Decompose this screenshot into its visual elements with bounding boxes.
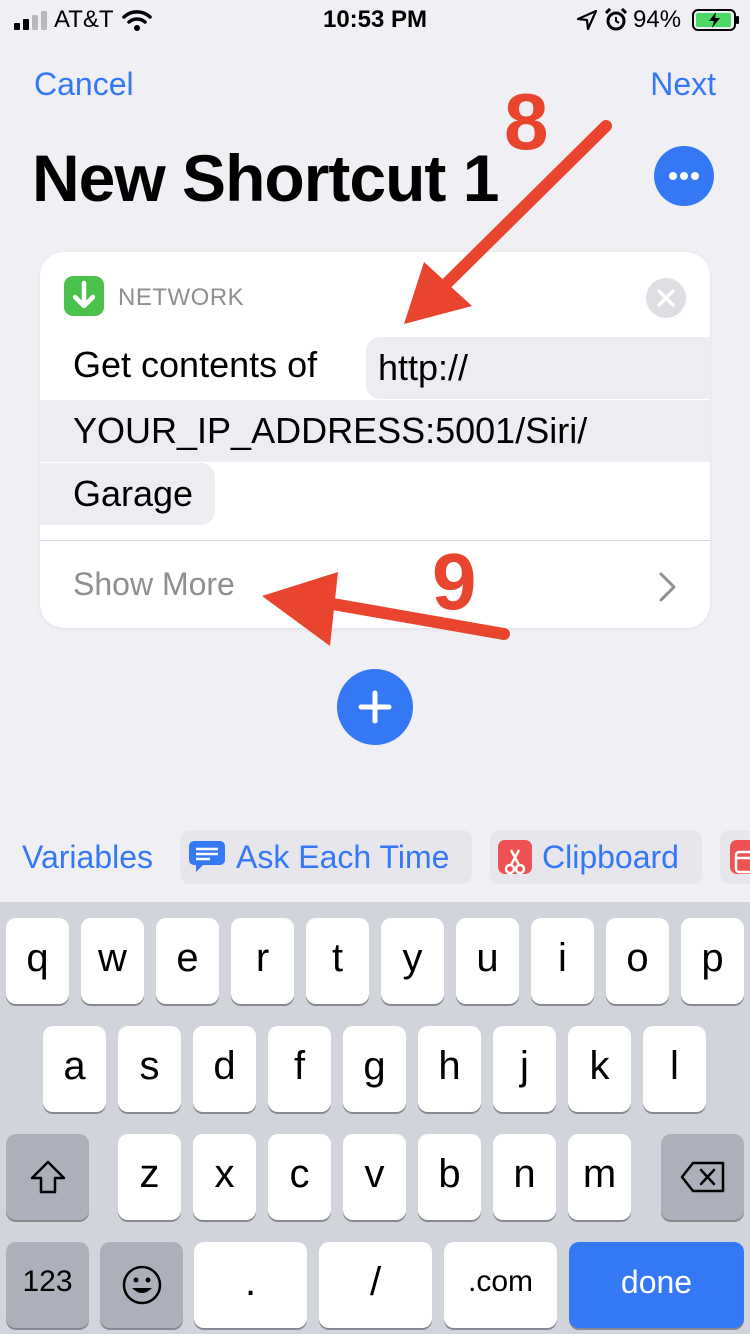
key-i[interactable]: i: [531, 918, 594, 1004]
ellipsis-icon: [669, 172, 677, 180]
key-u[interactable]: u: [456, 918, 519, 1004]
key-n[interactable]: n: [493, 1134, 556, 1220]
url-token[interactable]: http://: [366, 337, 710, 399]
key-z[interactable]: z: [118, 1134, 181, 1220]
ask-each-time-label: Ask Each Time: [236, 839, 450, 875]
ask-each-time-button[interactable]: Ask Each Time: [180, 830, 472, 884]
page-title: New Shortcut 1: [32, 141, 499, 215]
key-h[interactable]: h: [418, 1026, 481, 1112]
key-p[interactable]: p: [681, 918, 744, 1004]
backspace-key[interactable]: [661, 1134, 744, 1220]
scissors-icon: [498, 840, 532, 875]
emoji-key[interactable]: [100, 1242, 183, 1328]
emoji-icon: [122, 1265, 161, 1305]
key-q[interactable]: q: [6, 918, 69, 1004]
backspace-icon: [680, 1161, 724, 1193]
download-arrow-icon: [64, 276, 104, 316]
url-token-line2[interactable]: YOUR_IP_ADDRESS:5001/Siri/: [40, 400, 710, 462]
next-button[interactable]: Next: [650, 66, 716, 103]
key-o[interactable]: o: [606, 918, 669, 1004]
url-token-line3[interactable]: Garage: [40, 463, 215, 525]
cancel-button[interactable]: Cancel: [34, 66, 134, 103]
clipboard-label: Clipboard: [542, 839, 679, 875]
message-icon: [189, 841, 225, 872]
alarm-icon: [604, 8, 628, 31]
key-v[interactable]: v: [343, 1134, 406, 1220]
key-s[interactable]: s: [118, 1026, 181, 1112]
dotcom-key[interactable]: .com: [444, 1242, 557, 1328]
numbers-key[interactable]: 123: [6, 1242, 89, 1328]
clipboard-button[interactable]: Clipboard: [490, 830, 702, 884]
key-w[interactable]: w: [81, 918, 144, 1004]
key-d[interactable]: d: [193, 1026, 256, 1112]
action-label: Get contents of: [73, 344, 318, 385]
variables-button[interactable]: Variables: [22, 830, 153, 884]
done-key[interactable]: done: [569, 1242, 744, 1328]
plus-icon: [358, 690, 392, 724]
close-icon[interactable]: [646, 278, 686, 318]
status-bar: AT&T 10:53 PM 94%: [0, 0, 750, 40]
battery-icon: [692, 9, 739, 31]
key-l[interactable]: l: [643, 1026, 706, 1112]
action-category: NETWORK: [118, 284, 245, 311]
more-options-button[interactable]: [654, 146, 714, 206]
key-m[interactable]: m: [568, 1134, 631, 1220]
shift-key[interactable]: [6, 1134, 89, 1220]
add-action-button[interactable]: [337, 669, 413, 745]
key-t[interactable]: t: [306, 918, 369, 1004]
keyboard: q w e r t y u i o p a s d f g h j k l z …: [0, 902, 750, 1334]
calendar-icon: [730, 840, 750, 874]
slash-key[interactable]: /: [319, 1242, 432, 1328]
key-k[interactable]: k: [568, 1026, 631, 1112]
location-icon: [576, 9, 598, 31]
key-x[interactable]: x: [193, 1134, 256, 1220]
key-a[interactable]: a: [43, 1026, 106, 1112]
step-number-9: 9: [432, 537, 477, 626]
divider: [40, 540, 710, 541]
step-number-8: 8: [504, 77, 549, 166]
shift-icon: [30, 1160, 65, 1194]
chevron-right-icon: [659, 572, 676, 602]
action-card[interactable]: NETWORK Get contents of http:// YOUR_IP_…: [40, 252, 710, 628]
key-f[interactable]: f: [268, 1026, 331, 1112]
current-date-button[interactable]: [720, 830, 750, 884]
key-j[interactable]: j: [493, 1026, 556, 1112]
period-key[interactable]: .: [194, 1242, 307, 1328]
key-c[interactable]: c: [268, 1134, 331, 1220]
key-g[interactable]: g: [343, 1026, 406, 1112]
key-y[interactable]: y: [381, 918, 444, 1004]
show-more-button[interactable]: Show More: [73, 566, 235, 603]
battery-percent: 94%: [633, 6, 682, 33]
key-r[interactable]: r: [231, 918, 294, 1004]
key-e[interactable]: e: [156, 918, 219, 1004]
key-b[interactable]: b: [418, 1134, 481, 1220]
